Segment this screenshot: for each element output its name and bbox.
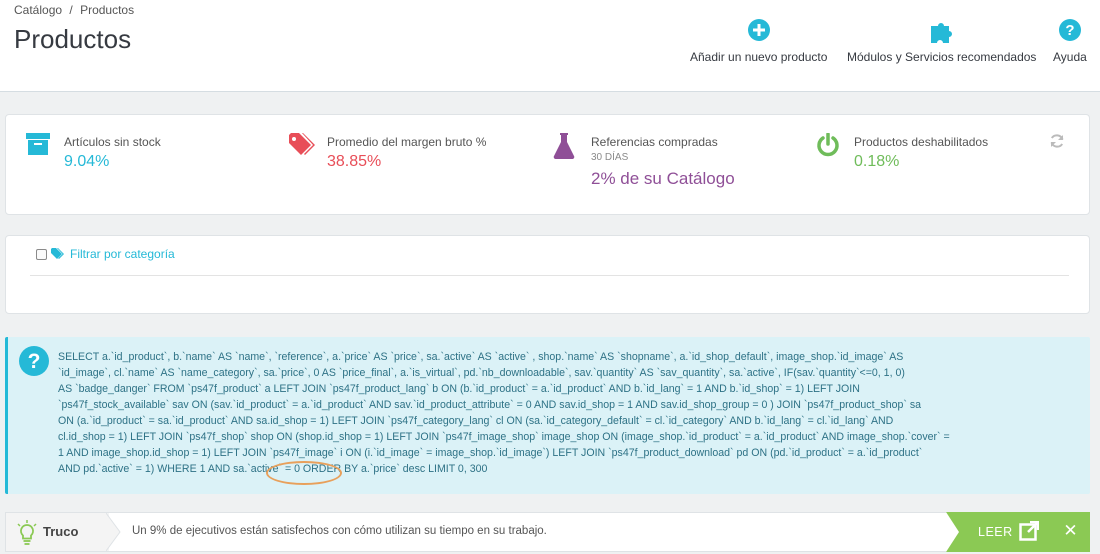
read-more-label: LEER — [978, 525, 1013, 539]
help-button[interactable]: ? Ayuda — [1053, 18, 1087, 64]
modules-services-label: Módulos y Servicios recomendados — [847, 50, 1037, 64]
breadcrumb: Catálogo / Productos — [14, 3, 138, 17]
tip-text: Un 9% de ejecutivos están satisfechos co… — [132, 525, 547, 537]
tags-icon — [289, 133, 317, 162]
divider — [30, 275, 1069, 276]
kpi-purchased-title: Referencias compradas — [591, 135, 718, 149]
kpi-disabled-value: 0.18% — [854, 153, 900, 170]
sql-line: `id_image`, cl.`name` AS `name_category`… — [58, 367, 905, 379]
kpi-gross-margin-title: Promedio del margen bruto % — [327, 135, 487, 149]
filter-category-checkbox[interactable] — [36, 248, 47, 260]
question-circle-icon: ? — [18, 345, 50, 382]
help-label: Ayuda — [1053, 50, 1087, 64]
sql-line: ON (a.`id_product` = sa.`id_product` AND… — [58, 415, 894, 427]
external-link-icon — [1019, 520, 1040, 546]
sql-line: AND pd.`active` = 1) WHERE 1 AND sa.`act… — [58, 463, 488, 475]
filter-category-label: Filtrar por categoría — [70, 247, 175, 261]
chevron-divider — [946, 512, 959, 552]
filter-by-category[interactable]: Filtrar por categoría — [36, 247, 175, 261]
sql-line: AS `badge_danger` FROM `ps47f_product` a… — [58, 383, 860, 395]
breadcrumb-products: Productos — [80, 3, 135, 17]
add-product-label: Añadir un nuevo producto — [690, 50, 828, 64]
kpi-purchased-subtitle: 30 DÍAS — [591, 152, 629, 163]
flask-icon — [553, 133, 575, 164]
sql-query-text: SELECT a.`id_product`, b.`name` AS `name… — [58, 349, 1088, 477]
lightbulb-icon — [16, 520, 38, 551]
refresh-icon[interactable] — [1049, 133, 1065, 154]
sql-line: SELECT a.`id_product`, b.`name` AS `name… — [58, 351, 904, 363]
highlight-annotation — [266, 461, 342, 485]
breadcrumb-separator: / — [69, 3, 73, 17]
tip-bar: Truco Un 9% de ejecutivos están satisfec… — [5, 512, 1090, 552]
kpi-disabled-title: Productos deshabilitados — [854, 135, 989, 149]
close-icon: ✕ — [1063, 521, 1078, 540]
filter-panel: Filtrar por categoría — [5, 235, 1090, 314]
question-circle-icon: ? — [1053, 18, 1087, 44]
puzzle-icon — [847, 18, 1036, 44]
plus-circle-icon — [690, 18, 827, 44]
sql-query-info: ? SELECT a.`id_product`, b.`name` AS `na… — [5, 337, 1090, 494]
tip-label: Truco — [43, 524, 79, 539]
sql-line: cl.id_shop = 1) LEFT JOIN `ps47f_shop` s… — [58, 431, 950, 443]
kpi-out-of-stock-value: 9.04% — [64, 153, 110, 170]
page-title: Productos — [14, 24, 132, 54]
power-icon — [816, 132, 840, 162]
tags-icon — [51, 248, 66, 260]
add-product-button[interactable]: Añadir un nuevo producto — [690, 18, 827, 64]
breadcrumb-catalog[interactable]: Catálogo — [14, 3, 62, 17]
kpi-out-of-stock-title: Artículos sin stock — [64, 135, 161, 149]
chevron-divider — [106, 513, 121, 551]
svg-text:?: ? — [28, 350, 41, 373]
read-more-button[interactable]: LEER — [946, 512, 1051, 552]
kpi-purchased-value: 2% de su Catálogo — [591, 169, 735, 188]
sql-line: `ps47f_stock_available` sav ON (sav.`id_… — [58, 399, 922, 411]
tip-label-box: Truco — [6, 513, 121, 551]
modules-services-button[interactable]: Módulos y Servicios recomendados — [847, 18, 1036, 64]
sql-line: 1 AND image_shop.id_shop = 1) LEFT JOIN … — [58, 447, 923, 459]
kpi-gross-margin-value: 38.85% — [327, 153, 382, 170]
archive-box-icon — [26, 133, 50, 160]
page-header: Catálogo / Productos Productos Añadir un… — [0, 0, 1100, 92]
close-tip-button[interactable]: ✕ — [1051, 512, 1090, 552]
svg-text:?: ? — [1065, 22, 1074, 39]
kpi-panel: Artículos sin stock 9.04% Promedio del m… — [5, 114, 1090, 215]
